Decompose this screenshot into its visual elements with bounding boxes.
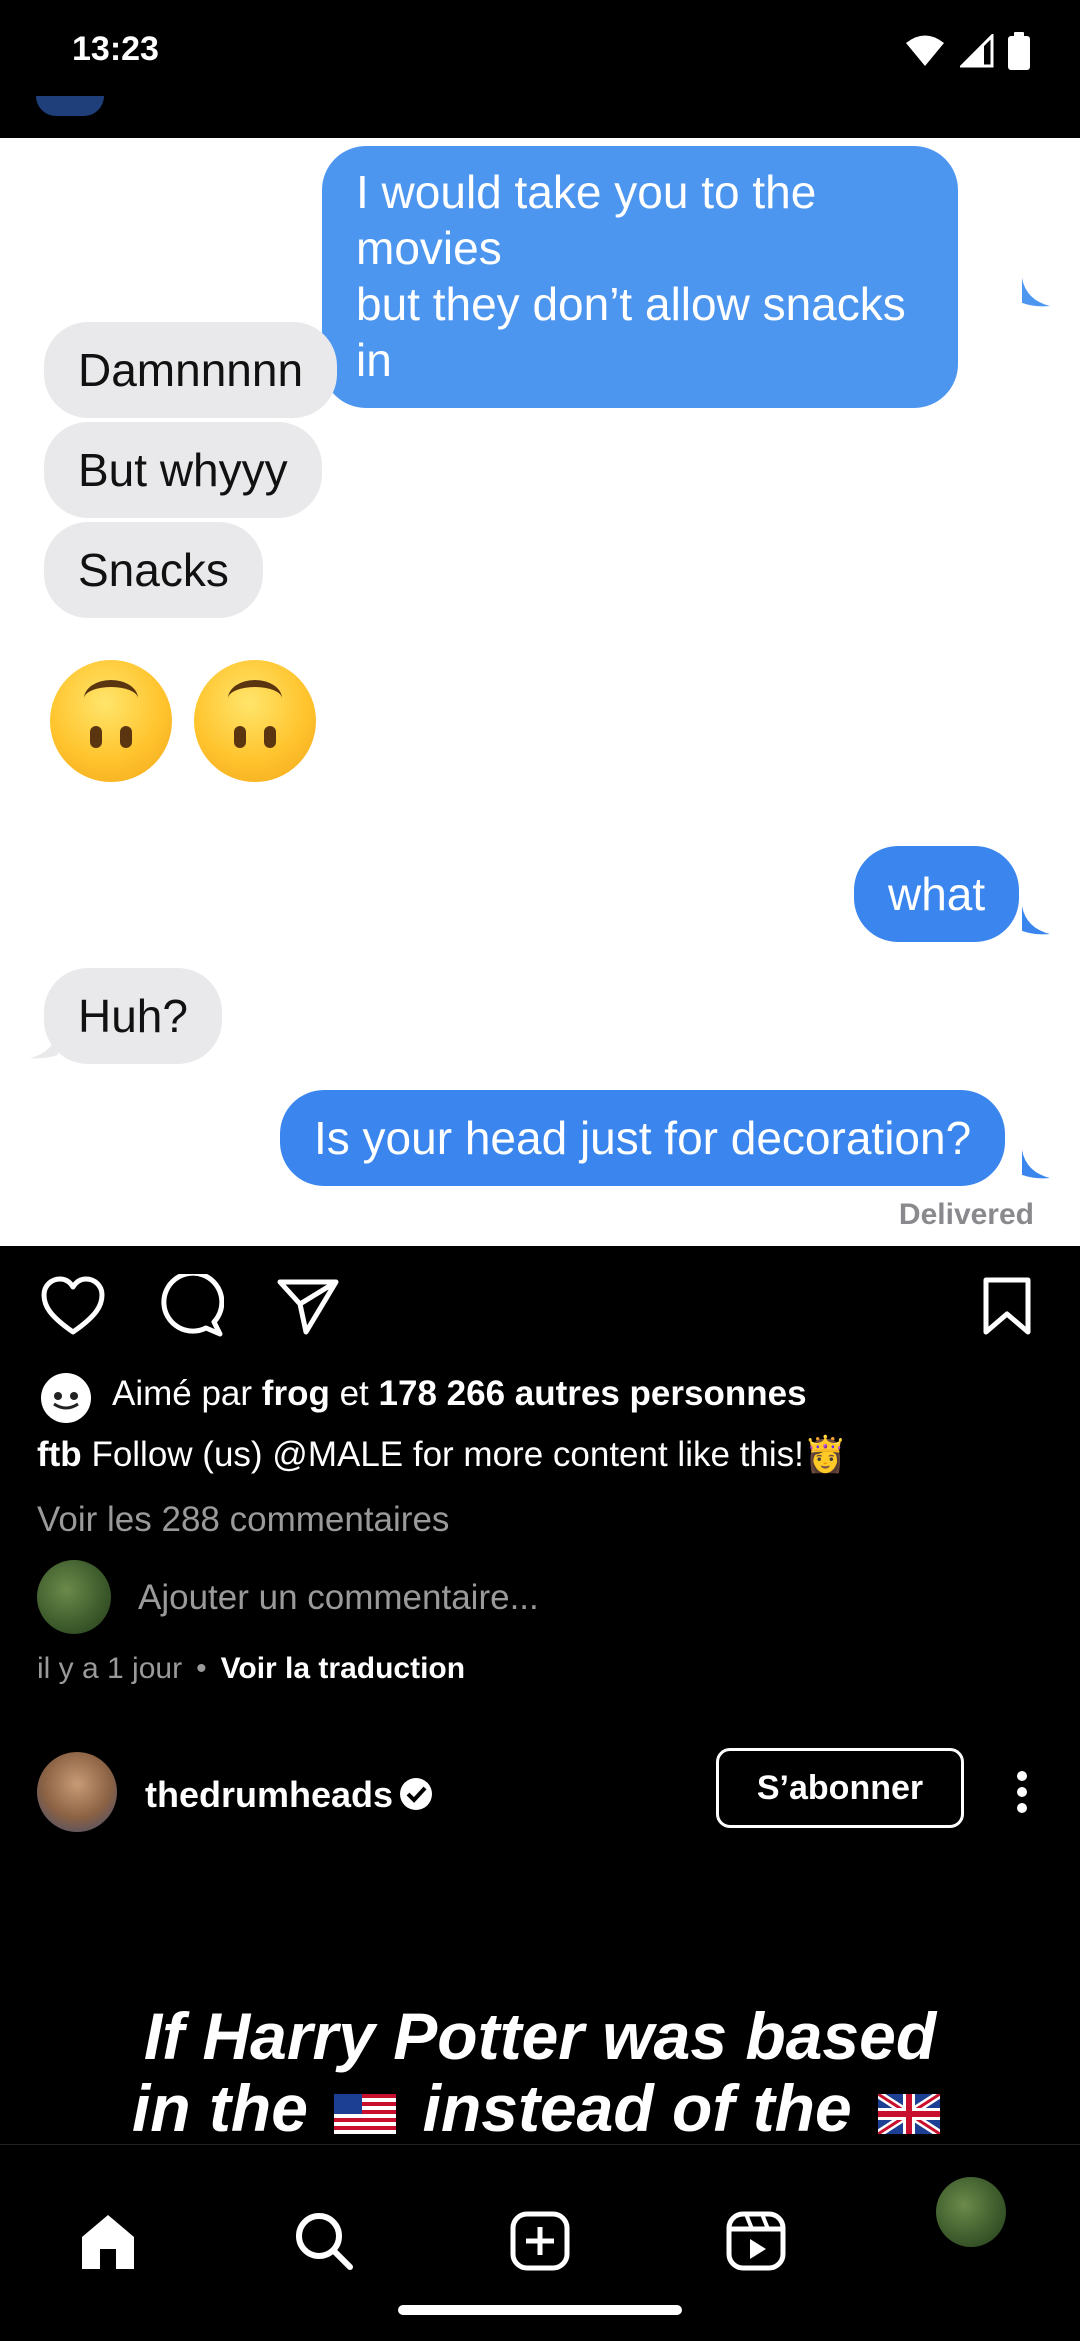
wifi-icon (906, 35, 944, 66)
translate-link[interactable]: Voir la traduction (221, 1652, 465, 1686)
post-media-text: If Harry Potter was based in the instead… (0, 2000, 1080, 2144)
liker-avatar-icon (41, 1373, 91, 1423)
caption-username[interactable]: ftb (37, 1435, 82, 1474)
bookmark-icon[interactable] (982, 1276, 1032, 1336)
post-time: il y a 1 jour (37, 1652, 183, 1685)
chat-screenshot: I would take you to the movies but they … (0, 138, 1080, 1246)
comment-input[interactable]: Ajouter un commentaire... (138, 1578, 539, 1618)
more-options-icon[interactable] (1012, 1770, 1032, 1814)
bubble-tail (30, 1030, 58, 1059)
post-username[interactable]: thedrumheads (145, 1774, 393, 1816)
separator: • (196, 1652, 207, 1685)
status-icons (904, 32, 1030, 70)
message-incoming: Snacks (44, 522, 263, 618)
likes-count[interactable]: 178 266 autres personnes (379, 1374, 807, 1413)
uk-flag-icon (878, 2093, 941, 2134)
likes-user[interactable]: frog (262, 1374, 330, 1413)
upside-down-face-icon (50, 660, 172, 782)
us-flag-icon (334, 2093, 397, 2134)
likes-prefix: Aimé par (112, 1374, 253, 1413)
message-outgoing: I would take you to the movies but they … (322, 146, 958, 408)
avatar (37, 1560, 111, 1634)
view-comments-link[interactable]: Voir les 288 commentaires (37, 1500, 449, 1540)
verified-badge-icon (400, 1778, 432, 1810)
heart-icon[interactable] (40, 1276, 106, 1336)
message-incoming: Damnnnnn (44, 322, 338, 418)
create-icon[interactable] (508, 2209, 572, 2273)
reels-icon[interactable] (724, 2209, 788, 2273)
message-line: I would take you to the movies (356, 166, 817, 274)
message-incoming: Huh? (44, 968, 222, 1064)
message-line: but they don’t allow snacks in (356, 278, 906, 386)
search-icon[interactable] (292, 2209, 356, 2273)
post-text-fragment: in the (131, 2071, 308, 2145)
comment-icon[interactable] (158, 1274, 224, 1338)
post-text-fragment: instead of the (422, 2071, 852, 2145)
delivered-status: Delivered (898, 1198, 1034, 1231)
message-outgoing: what (854, 846, 1020, 942)
follow-button[interactable]: S’abonner (716, 1748, 964, 1828)
upside-down-face-icon (194, 660, 316, 782)
message-incoming: But whyyy (44, 422, 322, 518)
caption-text: Follow (us) @MALE for more content like … (91, 1435, 848, 1474)
message-outgoing: Is your head just for decoration? (280, 1090, 1006, 1186)
post-meta: il y a 1 jour • Voir la traduction (37, 1652, 465, 1686)
likes-joiner: et (339, 1374, 369, 1413)
bubble-tail (1022, 1150, 1050, 1179)
post-text-line: in the instead of the (0, 2072, 1080, 2144)
caption: ftb Follow (us) @MALE for more content l… (37, 1434, 847, 1475)
signal-icon (960, 34, 994, 68)
status-time: 13:23 (72, 30, 159, 68)
home-indicator[interactable] (398, 2305, 682, 2315)
status-bar: 13:23 (0, 0, 1080, 110)
battery-icon (1008, 32, 1030, 70)
share-icon[interactable] (276, 1276, 340, 1336)
bubble-tail (1022, 278, 1050, 307)
top-profile-partial (36, 96, 104, 116)
likes-text: Aimé par frog et 178 266 autres personne… (112, 1374, 807, 1414)
bubble-tail (1022, 906, 1050, 935)
post-text-line: If Harry Potter was based (143, 1999, 937, 2073)
avatar[interactable] (37, 1752, 117, 1832)
profile-avatar[interactable] (936, 2177, 1006, 2247)
home-icon[interactable] (76, 2209, 140, 2273)
